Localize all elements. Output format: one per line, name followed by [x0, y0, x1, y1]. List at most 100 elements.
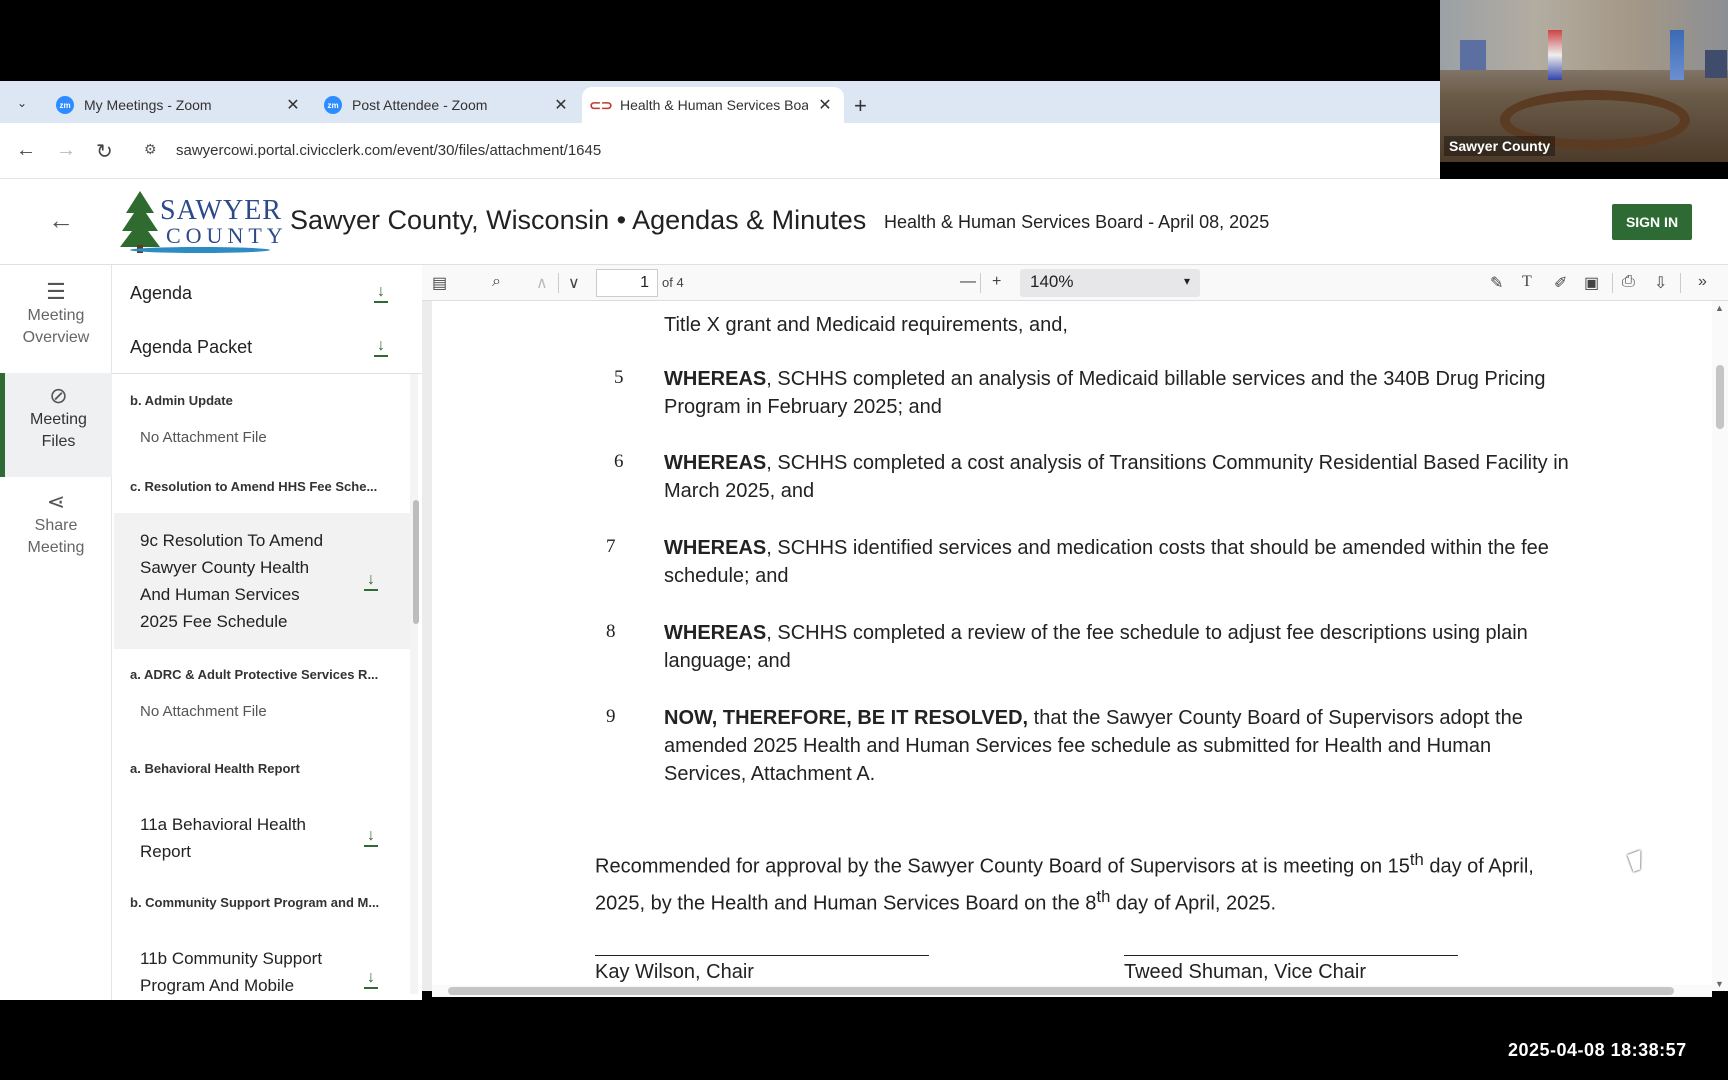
meeting-files-panel: Agenda ↓ Agenda Packet ↓ b. Admin Update… [112, 265, 422, 1000]
chevron-up-icon[interactable]: ∧ [536, 273, 548, 293]
tab-health-human-services[interactable]: ⊂⊃ Health & Human Services Boar ✕ [582, 87, 844, 123]
text-tool-icon[interactable]: T [1522, 273, 1532, 291]
zoom-select[interactable]: 140% ▾ [1020, 269, 1200, 297]
download-icon-base [374, 301, 388, 303]
rail-label: Overview [22, 329, 90, 346]
file-11a-link[interactable]: 11a Behavioral Health Report [140, 811, 350, 865]
zoom-value: 140% [1030, 272, 1074, 291]
address-bar: ← → ↻ ⚙ sawyercowi.portal.civicclerk.com… [0, 123, 1440, 179]
pdf-horizontal-scrollbar[interactable] [432, 985, 1712, 997]
scroll-up-icon[interactable]: ▲ [1715, 303, 1724, 313]
line-number: 5 [614, 367, 624, 388]
download-icon[interactable]: ↓ [374, 283, 388, 301]
pdf-scroll-thumb[interactable] [1716, 365, 1724, 429]
download-icon[interactable]: ↓ [364, 969, 378, 987]
sign-in-button[interactable]: SIGN IN [1612, 204, 1692, 240]
download-icon-base [364, 987, 378, 989]
files-scrollbar-thumb[interactable] [413, 500, 419, 624]
doc-bold-lead: NOW, THEREFORE, BE IT RESOLVED, [664, 707, 1029, 729]
video-flag-us [1548, 30, 1562, 80]
file-line: 2025 Fee Schedule [140, 612, 288, 631]
sawyer-county-logo[interactable]: SAWYER COUNTY [120, 189, 283, 255]
close-icon[interactable]: ✕ [552, 95, 570, 115]
sidebar-toggle-icon[interactable]: ▤ [432, 273, 447, 293]
tab-post-attendee[interactable]: zm Post Attendee - Zoom ✕ [314, 87, 580, 123]
file-11b-link[interactable]: 11b Community Support Program And Mobile [140, 945, 350, 999]
toolbar-separator [980, 273, 981, 293]
pdf-vertical-scrollbar[interactable]: ▲ ▼ [1712, 301, 1728, 991]
doc-bold-lead: WHEREAS [664, 452, 767, 474]
video-flag-state [1670, 30, 1684, 80]
highlight-icon[interactable]: ✎ [1490, 273, 1503, 293]
doc-bold-lead: WHEREAS [664, 622, 767, 644]
files-scrollbar[interactable] [410, 374, 418, 994]
print-icon[interactable]: ⎙ [1622, 273, 1635, 291]
back-arrow-icon[interactable]: ← [16, 139, 36, 162]
close-icon[interactable]: ✕ [284, 95, 302, 115]
forward-arrow-icon[interactable]: → [56, 139, 76, 162]
file-line: Report [140, 842, 192, 861]
rail-item-share-meeting[interactable]: ⋖ Share Meeting [0, 491, 112, 571]
tab-label: Health & Human Services Boar [620, 97, 808, 113]
doc-text: , SCHHS completed an analysis of Medicai… [664, 368, 1546, 418]
left-rail: ☰ Meeting Overview ⊘ Meeting Files ⋖ Sha… [0, 265, 112, 1000]
draw-icon[interactable]: ✐ [1554, 273, 1567, 293]
download-icon[interactable]: ↓ [364, 571, 378, 589]
rail-label: Files [41, 433, 76, 450]
doc-paragraph: WHEREAS, SCHHS identified services and m… [664, 534, 1574, 590]
reload-icon[interactable]: ↻ [96, 139, 113, 164]
list-icon: ☰ [46, 279, 66, 304]
rail-label: Meeting [27, 307, 85, 324]
tab-my-meetings[interactable]: zm My Meetings - Zoom ✕ [46, 87, 312, 123]
file-line: 11b Community Support [140, 949, 323, 968]
agenda-link[interactable]: Agenda [130, 283, 192, 304]
rail-label: Meeting [27, 539, 85, 556]
zoom-out-icon[interactable]: — [960, 273, 976, 291]
doc-bold-lead: WHEREAS [664, 368, 767, 390]
search-icon[interactable]: ⌕ [492, 273, 501, 291]
screen: Sawyer County ⌄ zm My Meetings - Zoom ✕ … [0, 0, 1728, 1080]
file-line: 11a Behavioral Health [140, 815, 307, 834]
site-info-icon[interactable]: ⚙ [144, 141, 157, 158]
file-line: Program And Mobile [140, 976, 295, 995]
browser-tab-bar: ⌄ zm My Meetings - Zoom ✕ zm Post Attend… [0, 81, 1440, 123]
agenda-packet-link[interactable]: Agenda Packet [130, 337, 252, 358]
more-tools-icon[interactable]: » [1698, 273, 1707, 291]
toolbar-separator [1612, 273, 1613, 293]
download-icon[interactable]: ↓ [374, 337, 388, 355]
save-icon[interactable]: ⇩ [1654, 273, 1667, 293]
tab-search-chevron-icon[interactable]: ⌄ [8, 91, 36, 115]
rail-item-meeting-files[interactable]: ⊘ Meeting Files [0, 373, 112, 477]
zoom-in-icon[interactable]: + [992, 273, 1001, 291]
rail-item-meeting-overview[interactable]: ☰ Meeting Overview [0, 281, 112, 361]
page-number-input[interactable]: 1 [596, 269, 658, 297]
pdf-hscroll-thumb[interactable] [448, 987, 1674, 995]
back-arrow-icon[interactable]: ← [48, 205, 74, 236]
file-line: Sawyer County Health [140, 558, 310, 577]
tab-label: Post Attendee - Zoom [352, 97, 488, 113]
chevron-down-icon[interactable]: ∨ [568, 273, 580, 293]
doc-text: , SCHHS completed a review of the fee sc… [664, 622, 1528, 672]
section-title: b. Admin Update [130, 393, 233, 408]
line-number: 8 [606, 621, 616, 642]
file-9c-link[interactable]: 9c Resolution To Amend Sawyer County Hea… [140, 527, 350, 635]
no-attachment-text: No Attachment File [140, 429, 267, 446]
line-number: 9 [606, 706, 616, 727]
new-tab-plus-icon[interactable]: + [854, 93, 867, 119]
recommendation-paragraph: Recommended for approval by the Sawyer C… [595, 845, 1555, 918]
logo-text-county: COUNTY [166, 223, 288, 248]
site-title: Sawyer County, Wisconsin • Agendas & Min… [290, 205, 867, 235]
signature-line [595, 955, 929, 956]
video-feed: Sawyer County [1440, 0, 1728, 162]
doc-paragraph: WHEREAS, SCHHS completed a cost analysis… [664, 449, 1574, 505]
close-icon[interactable]: ✕ [816, 95, 834, 115]
download-icon[interactable]: ↓ [364, 827, 378, 845]
file-line: And Human Services [140, 585, 300, 604]
scroll-down-icon[interactable]: ▼ [1715, 979, 1724, 989]
zoom-icon: zm [56, 96, 74, 114]
page-count: of 4 [662, 275, 684, 290]
meeting-title: Health & Human Services Board - April 08… [884, 212, 1270, 232]
url-field[interactable]: sawyercowi.portal.civicclerk.com/event/3… [176, 142, 601, 159]
image-icon[interactable]: ▣ [1584, 273, 1599, 293]
paperclip-icon: ⊘ [49, 383, 68, 408]
